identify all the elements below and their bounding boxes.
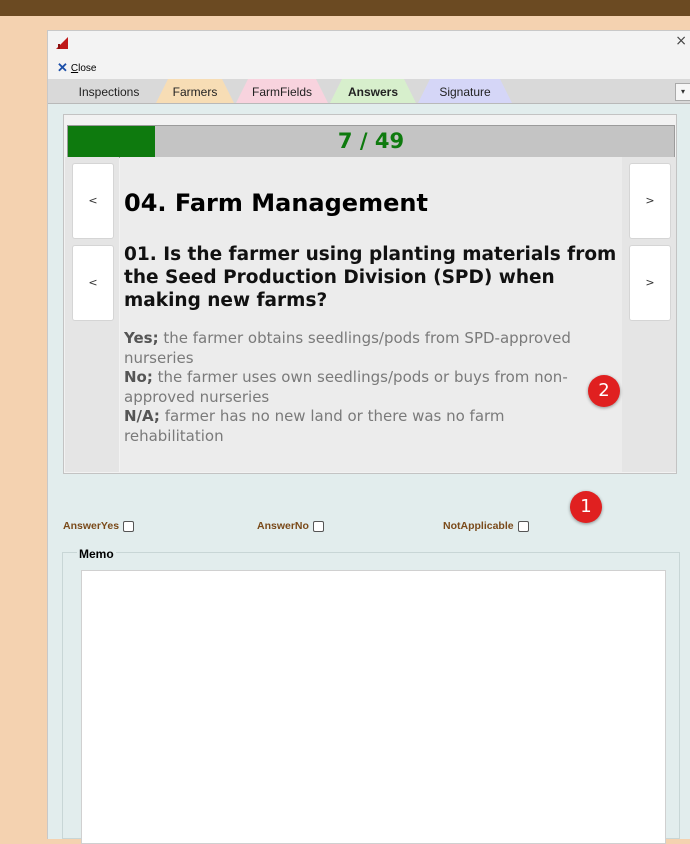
close-button[interactable]: ✕ Close [57, 60, 97, 76]
memo-label: Memo [77, 547, 116, 561]
not-applicable-box[interactable] [517, 520, 529, 532]
progress-bar: 7 / 49 [67, 125, 675, 158]
tab-inspections[interactable]: Inspections [64, 79, 154, 103]
prev-section-button[interactable]: < [72, 163, 114, 239]
app-title-bar [0, 0, 690, 16]
answer-guide: Yes; the farmer obtains seedlings/pods f… [124, 329, 584, 446]
progress-label: 7 / 49 [337, 129, 405, 153]
tab-farmfields[interactable]: FarmFields [236, 79, 328, 103]
memo-group: Memo [62, 547, 680, 844]
tab-answers[interactable]: Answers [330, 79, 416, 103]
guide-no: No; the farmer uses own seedlings/pods o… [124, 368, 568, 406]
close-button-label: Close [70, 62, 97, 74]
annotation-badge-2: 2 [588, 375, 620, 407]
next-question-button[interactable]: > [629, 245, 671, 321]
guide-yes: Yes; the farmer obtains seedlings/pods f… [124, 329, 571, 367]
window-close-icon[interactable]: × [675, 33, 687, 49]
annotation-badge-1: 1 [570, 491, 602, 523]
answer-yes-checkbox[interactable]: AnswerYes [63, 520, 135, 532]
guide-na: N/A; farmer has no new land or there was… [124, 407, 505, 445]
nav-left-column: < < [65, 157, 119, 472]
answer-no-checkbox[interactable]: AnswerNo [257, 520, 324, 532]
question-text: 01. Is the farmer using planting materia… [124, 244, 617, 311]
next-section-button[interactable]: > [629, 163, 671, 239]
tab-overflow-dropdown[interactable]: ▾ [675, 83, 690, 101]
tab-strip: Inspections Farmers FarmFields Answers S… [48, 79, 690, 104]
prev-question-button[interactable]: < [72, 245, 114, 321]
question-panel: 7 / 49 < < > > 04. Farm Management 01. I… [63, 114, 677, 474]
answer-yes-box[interactable] [123, 520, 135, 532]
tab-farmers[interactable]: Farmers [156, 79, 234, 103]
memo-textarea[interactable] [81, 570, 666, 844]
close-x-icon: ✕ [57, 60, 68, 75]
nav-right-column: > > [622, 157, 676, 472]
app-logo-icon [56, 37, 68, 49]
not-applicable-checkbox[interactable]: NotApplicable [443, 520, 529, 532]
inspection-window: × ✕ Close Inspections Farmers FarmFields… [47, 30, 690, 844]
section-title: 04. Farm Management [124, 189, 428, 217]
answers-content: 7 / 49 < < > > 04. Farm Management 01. I… [48, 104, 690, 844]
answer-no-box[interactable] [312, 520, 324, 532]
tab-signature[interactable]: Signature [418, 79, 512, 103]
